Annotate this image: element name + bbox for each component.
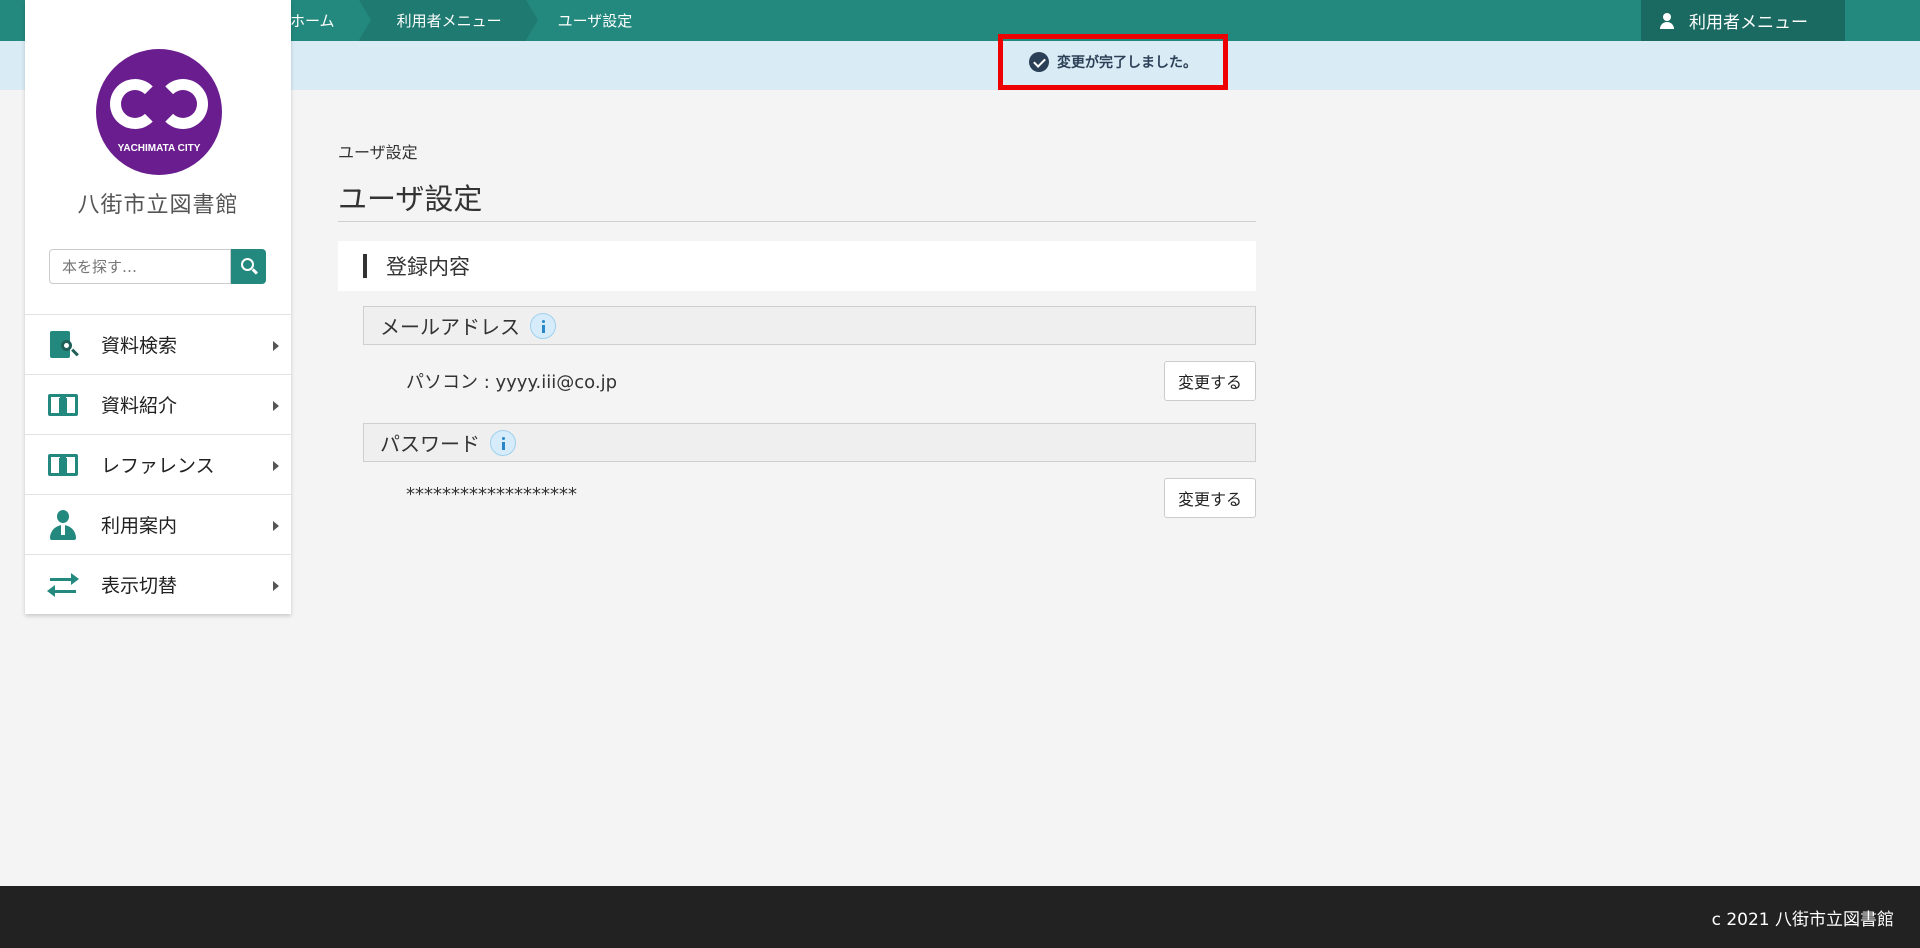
password-value: ******************* xyxy=(406,484,577,505)
section-title: 登録内容 xyxy=(386,255,470,279)
library-name: 八街市立図書館 xyxy=(77,193,239,218)
success-message: 変更が完了しました。 xyxy=(998,34,1228,90)
user-menu-label: 利用者メニュー xyxy=(1689,13,1808,33)
user-icon xyxy=(1659,12,1675,29)
page-title: ユーザ設定 xyxy=(338,176,1256,222)
info-icon[interactable] xyxy=(490,429,516,456)
breadcrumb-user-settings: ユーザ設定 xyxy=(557,12,633,30)
caret-right-icon xyxy=(273,341,279,351)
sidebar-item-label: 表示切替 xyxy=(101,575,178,597)
page-breadcrumb: ユーザ設定 xyxy=(338,143,418,162)
change-email-button[interactable]: 変更する xyxy=(1164,361,1256,401)
caret-right-icon xyxy=(273,461,279,471)
swap-arrows-icon xyxy=(47,569,79,601)
sidebar-item-material-intro[interactable]: 資料紹介 xyxy=(25,374,291,434)
caret-right-icon xyxy=(273,581,279,591)
copyright-text: c 2021 八街市立図書館 xyxy=(1711,910,1894,930)
open-book-icon xyxy=(47,389,79,421)
book-search-input[interactable] xyxy=(49,249,231,284)
caret-right-icon xyxy=(273,401,279,411)
password-label: パスワード xyxy=(380,432,480,456)
email-subheading: メールアドレス xyxy=(363,306,1256,345)
document-search-icon xyxy=(47,329,79,361)
heading-bar xyxy=(363,254,367,278)
sidebar-item-label: レファレンス xyxy=(101,455,215,477)
logo-right-arc xyxy=(158,79,208,129)
check-circle-icon xyxy=(1029,52,1049,72)
logo-left-arc xyxy=(110,79,160,129)
caret-right-icon xyxy=(273,521,279,531)
sidebar-item-label: 資料検索 xyxy=(101,335,178,357)
search-button[interactable] xyxy=(231,249,266,284)
sidebar-nav: 資料検索 資料紹介 レファレンス 利用案内 表示切替 xyxy=(25,314,291,614)
breadcrumb: ホーム 利用者メニュー ユーザ設定 xyxy=(290,0,656,41)
sidebar: YACHIMATA CITY 八街市立図書館 資料検索 資料紹介 レファレンス … xyxy=(25,0,291,614)
email-value: パソコン : yyyy.iii@co.jp xyxy=(406,372,618,393)
sidebar-item-display-switch[interactable]: 表示切替 xyxy=(25,554,291,614)
open-book-icon xyxy=(47,449,79,481)
sidebar-item-label: 資料紹介 xyxy=(101,395,178,417)
section-heading: 登録内容 xyxy=(338,241,1256,291)
sidebar-item-label: 利用案内 xyxy=(101,515,178,537)
sidebar-item-usage-guide[interactable]: 利用案内 xyxy=(25,494,291,554)
info-icon[interactable] xyxy=(530,312,556,339)
logo-text: YACHIMATA CITY xyxy=(117,143,201,154)
sidebar-item-material-search[interactable]: 資料検索 xyxy=(25,314,291,374)
footer: c 2021 八街市立図書館 xyxy=(0,886,1920,948)
email-label: メールアドレス xyxy=(380,315,520,339)
change-password-button[interactable]: 変更する xyxy=(1164,478,1256,518)
success-message-text: 変更が完了しました。 xyxy=(1057,55,1197,71)
library-logo[interactable]: YACHIMATA CITY xyxy=(96,49,222,175)
user-menu-button[interactable]: 利用者メニュー xyxy=(1641,0,1845,41)
password-subheading: パスワード xyxy=(363,423,1256,462)
breadcrumb-user-menu[interactable]: 利用者メニュー xyxy=(358,0,538,41)
person-icon xyxy=(47,509,79,541)
sidebar-item-reference[interactable]: レファレンス xyxy=(25,434,291,494)
